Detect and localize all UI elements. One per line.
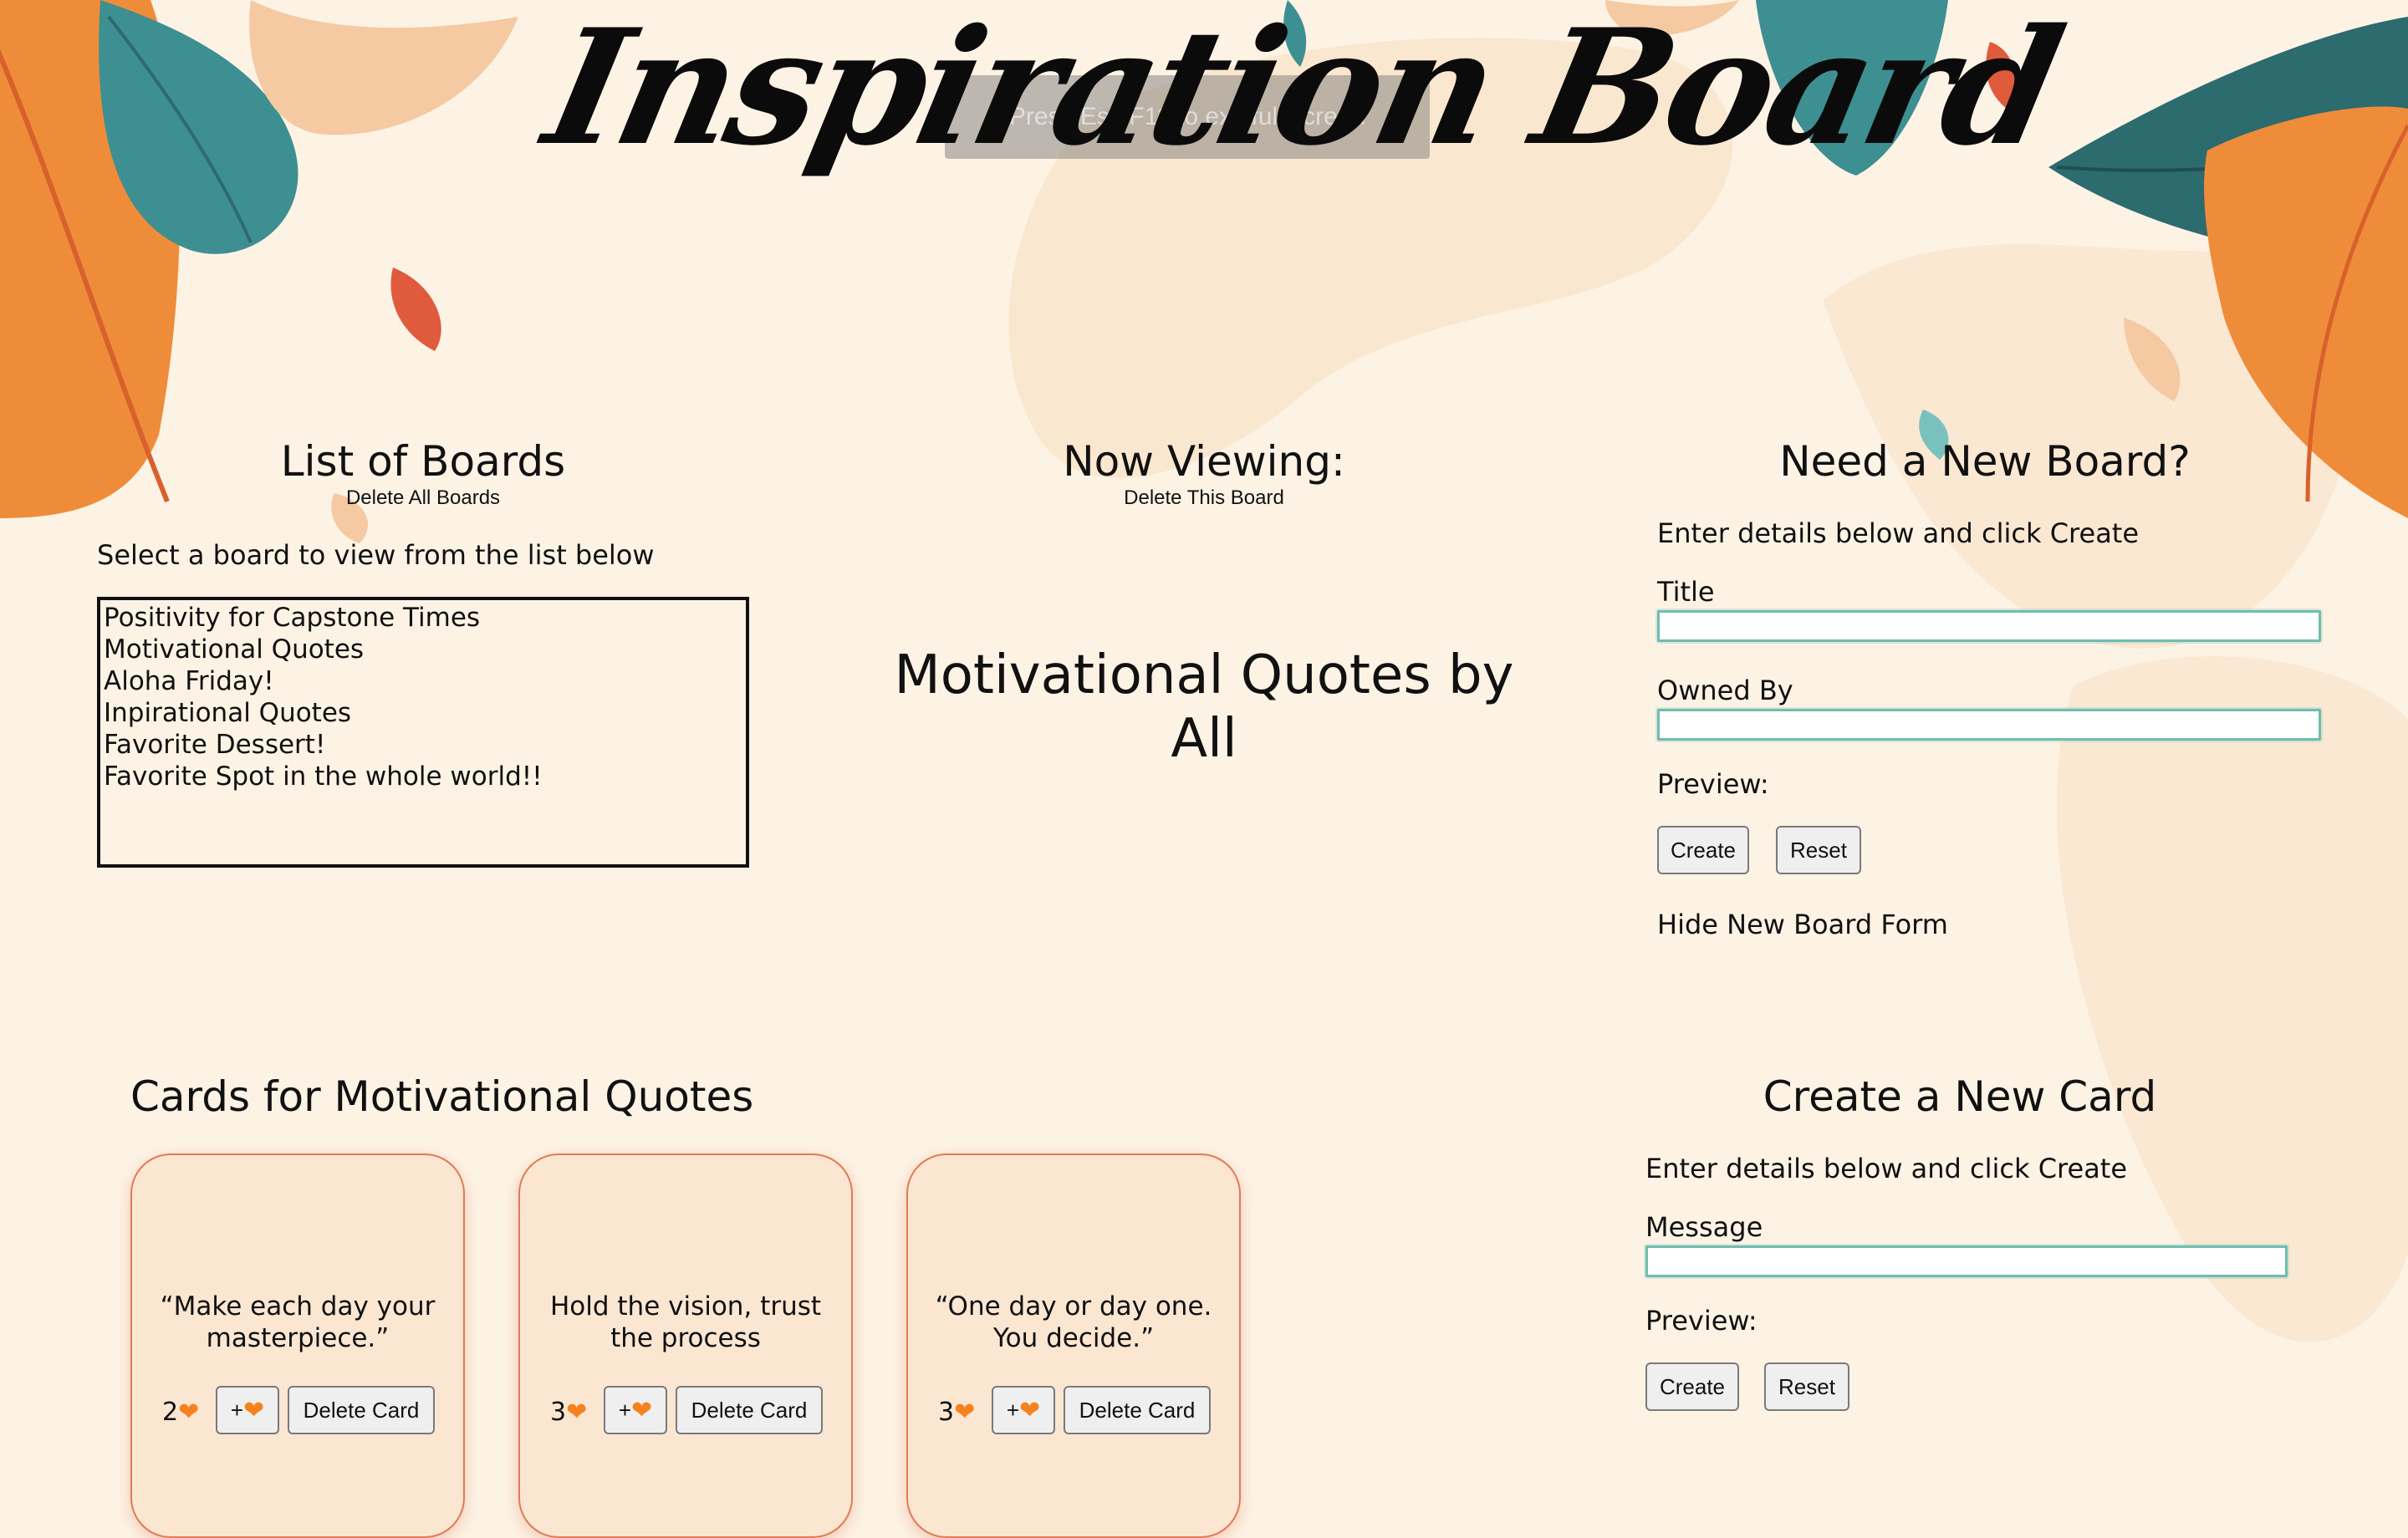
card-preview-label: Preview: <box>1645 1305 1758 1337</box>
like-button-label: + <box>230 1397 244 1423</box>
card-message: “One day or day one. You decide.” <box>935 1291 1212 1353</box>
board-option[interactable]: Positivity for Capstone Times <box>104 602 746 634</box>
orange-heart-icon: ❤ <box>566 1398 588 1427</box>
board-option[interactable]: Aloha Friday! <box>104 665 746 697</box>
card-message: “Make each day your masterpiece.” <box>160 1291 436 1353</box>
hide-board-form-link[interactable]: Hide New Board Form <box>1657 908 2159 941</box>
boards-heading: List of Boards <box>280 437 566 486</box>
like-count-value: 3 <box>550 1398 567 1427</box>
selected-board-title: Motivational Quotes by All <box>894 644 1514 770</box>
like-count-value: 3 <box>938 1398 955 1427</box>
now-viewing-heading: Now Viewing: <box>1063 437 1345 486</box>
quote-card: “One day or day one. You decide.” 3 ❤ + ❤ … <box>906 1154 1241 1538</box>
main-content: List of Boards Delete All Boards Select … <box>0 0 2408 1538</box>
like-button[interactable]: + ❤ <box>604 1386 667 1434</box>
boards-instruction: Select a board to view from the list bel… <box>97 539 655 571</box>
new-board-instruction: Enter details below and click Create <box>1657 517 2140 549</box>
orange-heart-icon: ❤ <box>631 1396 653 1424</box>
card-message: Hold the vision, trust the process <box>549 1291 822 1353</box>
message-field[interactable] <box>1645 1245 2288 1277</box>
quote-card: “Make each day your masterpiece.” 2 ❤ + ❤ … <box>130 1154 465 1538</box>
create-card-button[interactable]: Create <box>1645 1362 1739 1411</box>
reset-card-button[interactable]: Reset <box>1764 1362 1849 1411</box>
delete-card-button[interactable]: Delete Card <box>676 1386 823 1434</box>
title-field-label: Title <box>1657 576 1715 608</box>
board-option[interactable]: Motivational Quotes <box>104 634 746 665</box>
like-button[interactable]: + ❤ <box>216 1386 279 1434</box>
new-card-instruction: Enter details below and click Create <box>1645 1153 2128 1184</box>
boards-listbox[interactable]: Positivity for Capstone Times Motivation… <box>97 597 749 868</box>
owner-field[interactable] <box>1657 709 2321 741</box>
delete-all-boards-button[interactable]: Delete All Boards <box>256 486 590 510</box>
like-count: 3 ❤ <box>550 1389 587 1436</box>
board-option[interactable]: Favorite Spot in the whole world!! <box>104 761 746 792</box>
cards-heading: Cards for Motivational Quotes <box>130 1072 754 1121</box>
board-option[interactable]: Favorite Dessert! <box>104 729 746 761</box>
quote-card: Hold the vision, trust the process 3 ❤ + ❤… <box>518 1154 853 1538</box>
delete-card-button[interactable]: Delete Card <box>1064 1386 1211 1434</box>
orange-heart-icon: ❤ <box>954 1398 976 1427</box>
like-count-value: 2 <box>162 1398 179 1427</box>
orange-heart-icon: ❤ <box>243 1396 265 1424</box>
delete-board-button[interactable]: Delete This Board <box>1037 486 1371 510</box>
like-button[interactable]: + ❤ <box>992 1386 1055 1434</box>
delete-card-button[interactable]: Delete Card <box>288 1386 435 1434</box>
reset-board-button[interactable]: Reset <box>1776 826 1861 874</box>
create-board-button[interactable]: Create <box>1657 826 1749 874</box>
like-count: 3 ❤ <box>938 1389 975 1436</box>
new-card-heading: Create a New Card <box>1763 1072 2157 1121</box>
owner-field-label: Owned By <box>1657 675 1793 706</box>
orange-heart-icon: ❤ <box>1019 1396 1041 1424</box>
orange-heart-icon: ❤ <box>178 1398 200 1427</box>
like-count: 2 ❤ <box>162 1389 199 1436</box>
like-button-label: + <box>618 1397 632 1423</box>
title-field[interactable] <box>1657 610 2321 642</box>
new-board-heading: Need a New Board? <box>1779 437 2191 486</box>
board-preview-label: Preview: <box>1657 768 1769 800</box>
board-option[interactable]: Inpirational Quotes <box>104 697 746 729</box>
message-field-label: Message <box>1645 1211 1763 1243</box>
like-button-label: + <box>1006 1397 1020 1423</box>
